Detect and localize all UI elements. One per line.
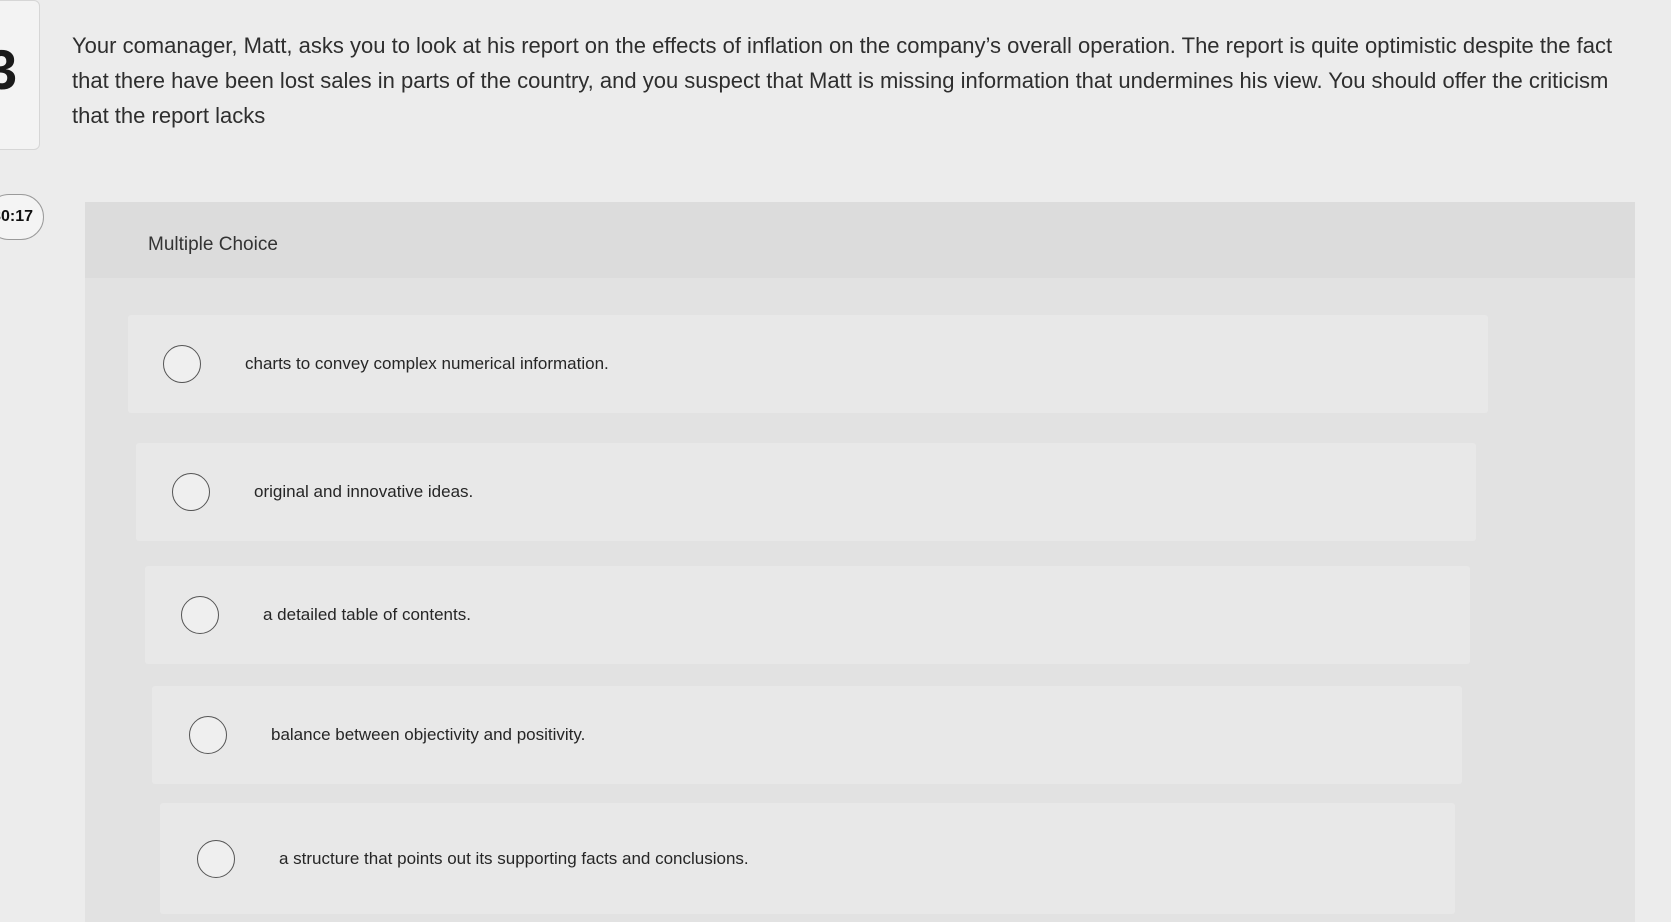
choice-option-label: a detailed table of contents. (263, 605, 471, 624)
choice-option-1[interactable]: charts to convey complex numerical infor… (128, 315, 1488, 413)
radio-button-icon[interactable] (181, 596, 219, 634)
question-number: 3 (0, 38, 18, 101)
radio-button-icon[interactable] (172, 473, 210, 511)
question-prompt: Your comanager, Matt, asks you to look a… (72, 33, 1613, 128)
radio-button-icon[interactable] (197, 839, 235, 878)
choice-option-label: balance between objectivity and positivi… (271, 725, 586, 744)
timer-badge: 30:17 (0, 194, 44, 240)
choice-option-2[interactable]: original and innovative ideas. (136, 443, 1476, 541)
panel-header (85, 202, 1635, 278)
radio-button-icon[interactable] (189, 716, 227, 754)
choice-option-5[interactable]: a structure that points out its supporti… (160, 803, 1455, 914)
choice-option-3[interactable]: a detailed table of contents. (145, 566, 1470, 664)
multiple-choice-label: Multiple Choice (148, 234, 278, 255)
choice-option-label: a structure that points out its supporti… (279, 848, 749, 868)
radio-button-icon[interactable] (163, 345, 201, 383)
choice-option-label: original and innovative ideas. (254, 482, 474, 501)
choice-option-label: charts to convey complex numerical infor… (245, 354, 609, 373)
choice-option-4[interactable]: balance between objectivity and positivi… (152, 686, 1462, 784)
